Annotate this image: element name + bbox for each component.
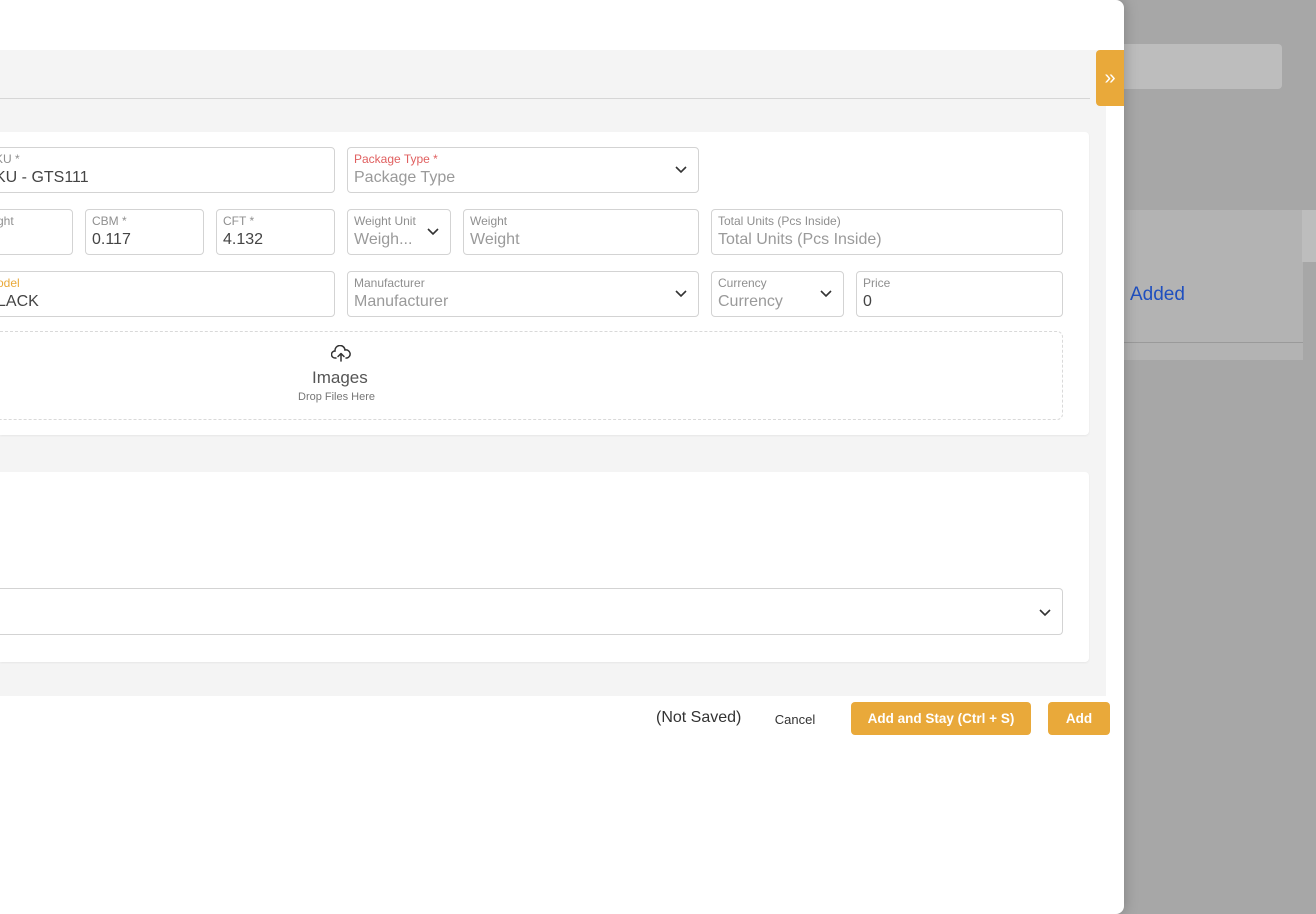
currency-label: Currency [718,276,767,290]
weight-unit-select[interactable]: Weight Unit Weigh... [347,209,451,255]
model-label: odel [0,276,20,290]
weight-field[interactable]: Weight Weight [463,209,699,255]
manufacturer-label: Manufacturer [354,276,425,290]
weight-unit-label: Weight Unit [354,214,416,228]
price-field[interactable]: Price 0 [856,271,1063,317]
manufacturer-select[interactable]: Manufacturer Manufacturer [347,271,699,317]
package-type-select[interactable]: Package Type * Package Type [347,147,699,193]
images-dropzone[interactable] [0,331,1063,420]
model-value: LACK [0,293,39,310]
background-strip [1302,210,1316,262]
total-units-field[interactable]: Total Units (Pcs Inside) Total Units (Pc… [711,209,1063,255]
height-field[interactable]: ght [0,209,73,255]
weight-placeholder: Weight [470,231,520,248]
add-button[interactable]: Add [1048,702,1110,735]
chevron-down-icon [820,290,832,298]
expand-panel-button[interactable]: » [1096,50,1124,106]
cft-field[interactable]: CFT * 4.132 [216,209,335,255]
package-type-placeholder: Package Type [354,169,456,186]
cloud-upload-icon [331,345,351,362]
cbm-label: CBM * [92,214,127,228]
sku-label: KU * [0,152,20,166]
background-status-text: Added [1130,284,1185,305]
price-label: Price [863,276,891,290]
price-value: 0 [863,293,872,310]
add-and-stay-button[interactable]: Add and Stay (Ctrl + S) [851,702,1031,735]
package-type-label: Package Type * [354,152,438,166]
header-divider [0,98,1090,99]
sku-field[interactable]: KU * KU - GTS111 [0,147,335,193]
height-label: ght [0,214,14,228]
currency-select[interactable]: Currency Currency [711,271,844,317]
chevron-down-icon [427,228,439,236]
images-hint: Drop Files Here [298,391,376,403]
cbm-value: 0.117 [92,231,131,248]
secondary-select[interactable] [0,588,1063,635]
cft-value: 4.132 [223,231,264,248]
cft-label: CFT * [223,214,255,228]
manufacturer-placeholder: Manufacturer [354,293,449,310]
currency-placeholder: Currency [718,293,783,310]
background-search-bar [1100,44,1282,89]
chevron-down-icon [1039,609,1051,617]
weight-unit-placeholder: Weigh... [354,231,413,248]
total-units-placeholder: Total Units (Pcs Inside) [718,231,882,248]
sku-value: KU - GTS111 [0,169,89,186]
add-item-dialog: » KU * KU - GTS111 Package Type * Packag… [0,0,1124,914]
save-status-text: (Not Saved) [656,709,742,726]
double-chevron-right-icon: » [1104,66,1116,89]
background-card-divider [1124,342,1303,343]
weight-label: Weight [470,214,508,228]
total-units-label: Total Units (Pcs Inside) [718,214,841,228]
model-field[interactable]: odel LACK [0,271,335,317]
cancel-button[interactable]: Cancel [764,707,826,731]
chevron-down-icon [675,290,687,298]
images-title: Images [312,368,368,387]
cbm-field[interactable]: CBM * 0.117 [85,209,204,255]
chevron-down-icon [675,166,687,174]
